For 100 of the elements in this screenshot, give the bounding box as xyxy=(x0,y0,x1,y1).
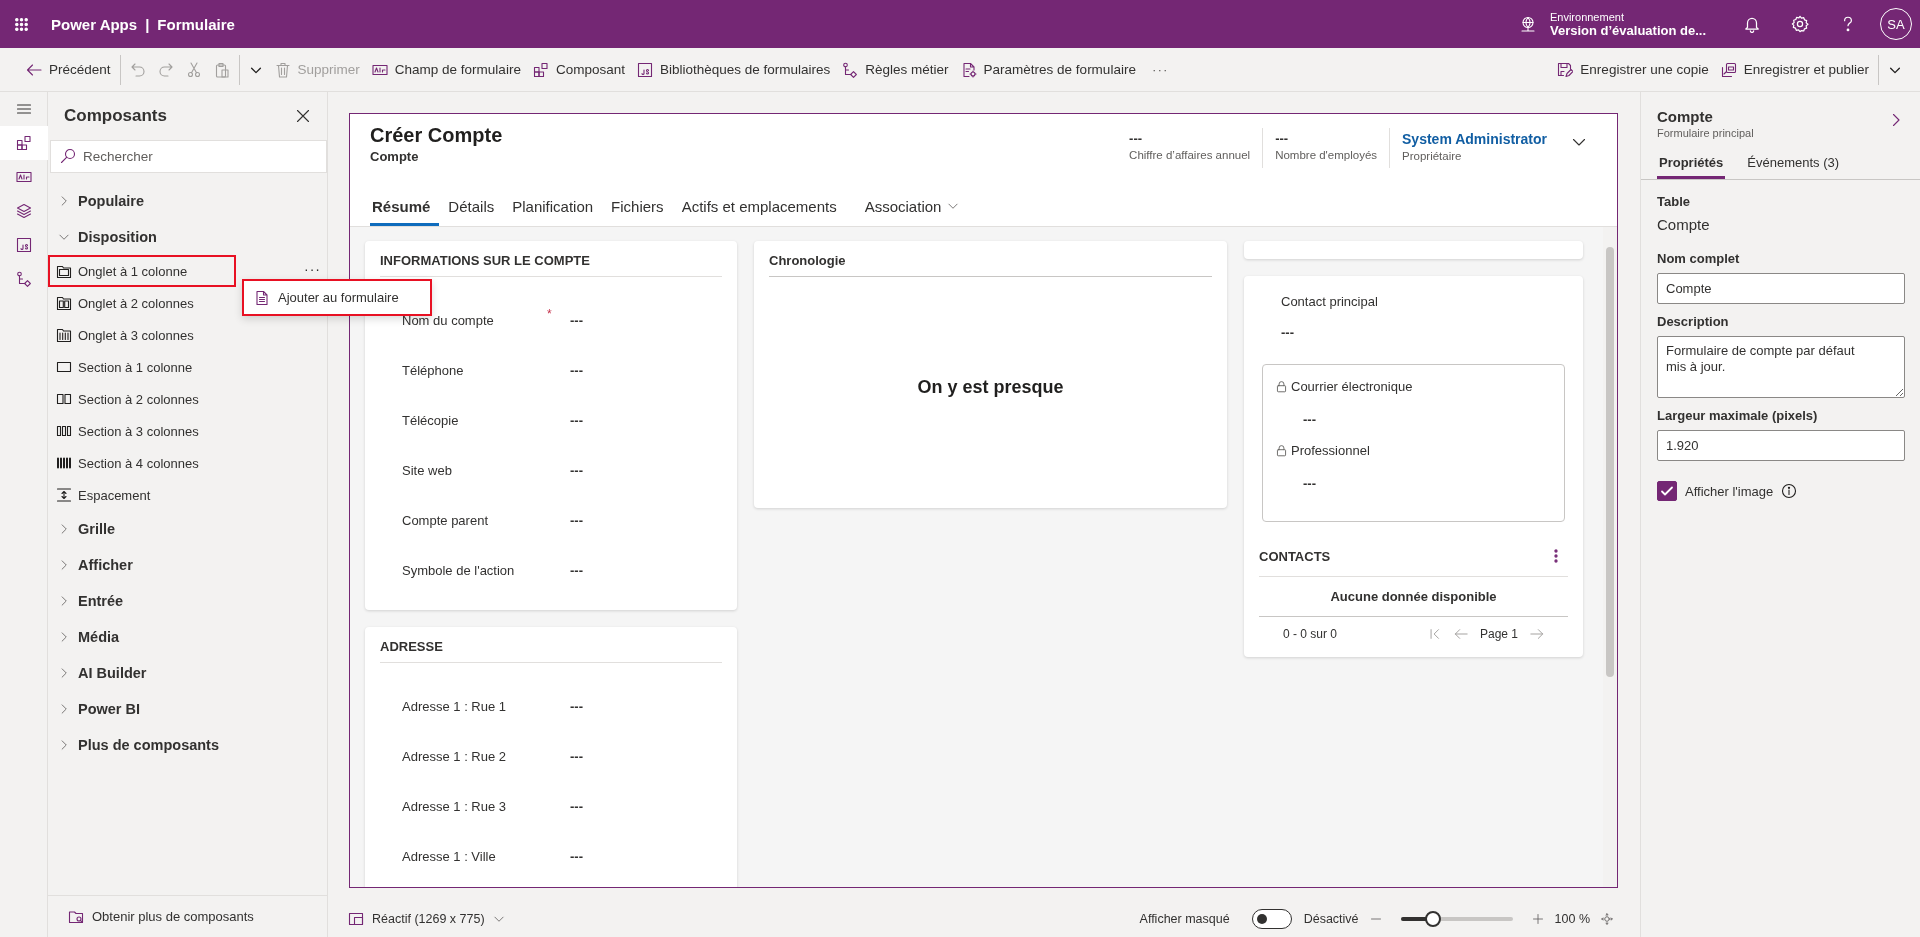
panel-subtitle: Formulaire principal xyxy=(1657,127,1754,139)
one-column-section-icon xyxy=(56,359,72,375)
close-icon xyxy=(295,108,311,124)
two-column-section-icon xyxy=(56,391,72,407)
field-value: --- xyxy=(1302,475,1317,493)
toolbar-button[interactable]: Bibliothèques de formulaires xyxy=(630,53,837,86)
environment-selector[interactable]: Environnement Version d’évaluation de... xyxy=(1549,10,1706,38)
component-item[interactable]: Section à 1 colonne xyxy=(48,351,236,383)
three-column-section-icon xyxy=(56,423,72,439)
menu-item[interactable]: Ajouter au formulaire xyxy=(242,279,432,316)
toggle-switch[interactable] xyxy=(1251,908,1292,929)
toggle-state: Désactivé xyxy=(1303,911,1359,926)
component-button[interactable] xyxy=(0,126,48,160)
description-field[interactable]: Formulaire de compte par défaut mis à jour. xyxy=(1657,336,1905,398)
toolbar-button[interactable]: Paramètres de formulaire xyxy=(954,53,1142,86)
form-tab[interactable]: Actifs et emplacements xyxy=(672,186,846,226)
component-icon xyxy=(532,61,549,78)
category-header[interactable]: Afficher xyxy=(48,547,327,583)
field-value: --- xyxy=(1275,131,1290,146)
component-item[interactable]: Espacement xyxy=(48,479,236,511)
owner-link[interactable]: System Administrator xyxy=(1402,131,1547,147)
field-value: --- xyxy=(570,748,583,764)
field-value: --- xyxy=(570,798,583,814)
lock-icon xyxy=(1275,444,1288,457)
component-icon xyxy=(16,135,32,151)
panel-title: Compte xyxy=(1657,108,1714,125)
field-label: Courrier électronique xyxy=(1291,379,1413,394)
input-field[interactable]: Compte xyxy=(1657,273,1905,304)
form-tab[interactable]: Planification xyxy=(503,186,603,226)
title-separator: | xyxy=(145,15,150,33)
category-header[interactable]: Média xyxy=(48,619,327,655)
search-field[interactable]: Rechercher xyxy=(50,140,327,173)
input-field[interactable]: 1.920 xyxy=(1657,430,1905,461)
section-title: Chronologie xyxy=(769,253,1212,277)
field-value: --- xyxy=(570,562,583,578)
category-header[interactable]: Entrée xyxy=(48,583,327,619)
component-item[interactable]: Section à 4 colonnes xyxy=(48,447,236,479)
toolbar-button[interactable]: Composant xyxy=(526,53,631,86)
toolbar-button[interactable]: Enregistrer une copie xyxy=(1551,53,1715,86)
flow-icon xyxy=(16,271,32,287)
form-title: Créer Compte xyxy=(370,124,503,147)
field-value: --- xyxy=(570,412,583,428)
toolbar-button[interactable]: Enregistrer et publier xyxy=(1714,53,1875,86)
category-header[interactable]: Power BI xyxy=(48,691,327,727)
one-column-tab-icon xyxy=(56,263,72,279)
component-item[interactable]: Section à 2 colonnes xyxy=(48,383,236,415)
app-launcher-icon[interactable] xyxy=(14,16,29,32)
page-title: Formulaire xyxy=(157,15,235,33)
two-column-tab-icon xyxy=(56,295,72,311)
view-selector[interactable]: Réactif (1269 x 775) xyxy=(348,910,505,927)
menu-icon xyxy=(16,101,32,117)
four-column-section-icon xyxy=(56,455,72,471)
more-button[interactable]: ··· xyxy=(304,259,321,279)
component-item[interactable]: Section à 3 colonnes xyxy=(48,415,236,447)
field-label: Nombre d'employés xyxy=(1275,149,1378,161)
toolbar-button[interactable]: Champ de formulaire xyxy=(365,53,527,86)
field-label: Description xyxy=(1657,314,1730,329)
get-more-components-link[interactable]: Obtenir plus de composants xyxy=(48,895,327,937)
field-label: Adresse 1 : Rue 3 xyxy=(402,798,508,814)
toggle-label: Afficher masqué xyxy=(1139,911,1230,926)
redo-icon xyxy=(157,61,174,78)
toolbar-button[interactable]: Règles métier xyxy=(836,53,955,86)
field-value: --- xyxy=(570,462,583,478)
category-header[interactable]: AI Builder xyxy=(48,655,327,691)
form-subtitle: Compte xyxy=(370,149,420,164)
component-item[interactable]: Onglet à 1 colonne xyxy=(48,255,236,287)
form-tab[interactable]: Association xyxy=(855,186,969,226)
undo-icon xyxy=(129,61,146,78)
field-label: Professionnel xyxy=(1291,443,1370,458)
field-label: Chiffre d’affaires annuel xyxy=(1129,149,1251,161)
document-gear-icon xyxy=(960,61,977,78)
form-tab[interactable]: Détails xyxy=(439,186,504,226)
panel-tab[interactable]: Propriétés xyxy=(1657,151,1726,179)
field-label: Adresse 1 : Rue 1 xyxy=(402,698,508,714)
scissors-icon xyxy=(185,61,202,78)
component-item[interactable]: Onglet à 2 colonnes xyxy=(48,287,236,319)
more-button[interactable]: ··· xyxy=(1141,53,1179,86)
component-item[interactable]: Onglet à 3 colonnes xyxy=(48,319,236,351)
fit-icon xyxy=(1601,912,1613,925)
category-header[interactable]: Disposition xyxy=(48,219,327,255)
form-tab[interactable]: Fichiers xyxy=(602,186,673,226)
toolbar-button[interactable]: Précédent xyxy=(20,53,117,86)
section-title: INFORMATIONS SUR LE COMPTE xyxy=(380,249,722,277)
arrow-left-icon xyxy=(1453,627,1468,641)
field-value: --- xyxy=(1280,325,1295,340)
spacing-icon xyxy=(56,487,72,503)
category-header[interactable]: Plus de composants xyxy=(48,727,327,763)
panel-title: Composants xyxy=(64,106,167,126)
scrollbar[interactable] xyxy=(1603,227,1617,887)
category-header[interactable]: Grille xyxy=(48,511,327,547)
panel-tab[interactable]: Événements (3) xyxy=(1745,151,1842,179)
zoom-percentage: 100 % xyxy=(1554,911,1590,926)
slider-thumb[interactable] xyxy=(1424,910,1441,927)
category-header[interactable]: Populaire xyxy=(48,183,327,219)
info-icon xyxy=(1781,483,1798,499)
field-label: Table xyxy=(1657,194,1691,209)
record-count: 0 - 0 sur 0 xyxy=(1283,627,1338,641)
checkbox[interactable] xyxy=(1657,481,1677,501)
section-title: ADRESSE xyxy=(380,635,722,663)
first-page-button[interactable] xyxy=(1427,627,1442,641)
